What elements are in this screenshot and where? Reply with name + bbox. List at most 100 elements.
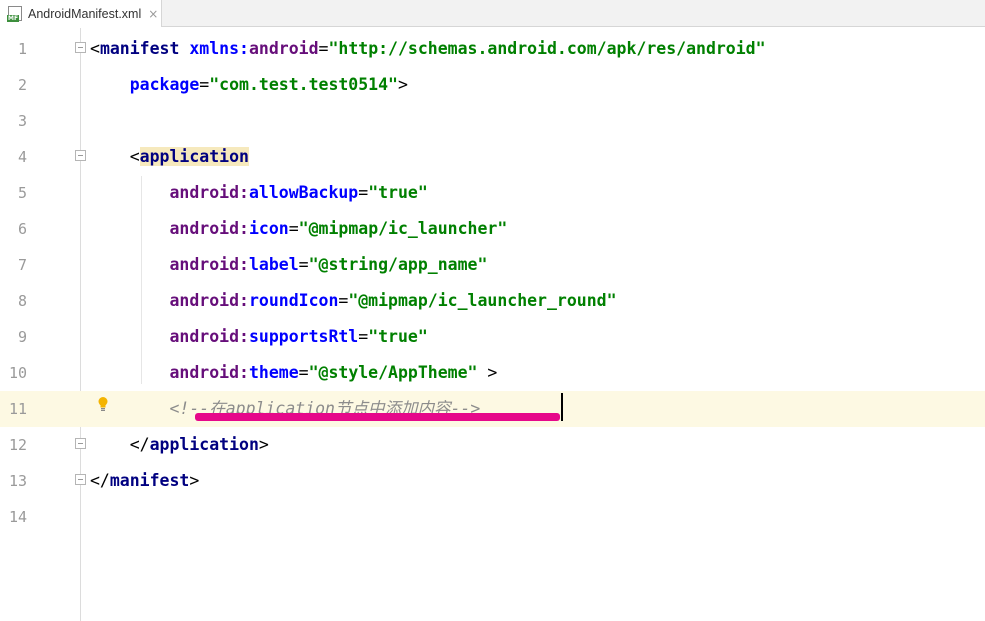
code-token: = — [318, 39, 329, 58]
code-text: android:label="@string/app_name" — [90, 247, 487, 283]
text-caret — [561, 393, 563, 421]
code-text: android:roundIcon="@mipmap/ic_launcher_r… — [90, 283, 617, 319]
code-token: android: — [169, 291, 249, 310]
code-text: android:icon="@mipmap/ic_launcher" — [90, 211, 507, 247]
code-token: > — [258, 435, 269, 454]
code-token: label — [248, 255, 299, 274]
close-icon[interactable]: × — [148, 7, 158, 21]
code-token: = — [298, 363, 309, 382]
code-token: "true" — [368, 327, 428, 346]
xml-file-icon: MF — [7, 6, 22, 22]
code-token: "@string/app_name" — [308, 255, 488, 274]
line-number: 14 — [8, 508, 27, 526]
code-token: application — [149, 435, 259, 454]
code-token: = — [199, 75, 210, 94]
code-line[interactable]: 11 <!--在application节点中添加内容--> — [0, 391, 985, 427]
code-line[interactable]: 14 — [0, 499, 985, 535]
fold-icon[interactable] — [75, 474, 86, 485]
code-token: theme — [248, 363, 299, 382]
code-token: manifest — [99, 39, 180, 58]
code-token: android: — [169, 363, 249, 382]
code-line[interactable]: 7 android:label="@string/app_name" — [0, 247, 985, 283]
code-line[interactable]: 9 android:supportsRtl="true" — [0, 319, 985, 355]
intention-bulb-icon[interactable] — [97, 396, 109, 412]
code-line[interactable]: 8 android:roundIcon="@mipmap/ic_launcher… — [0, 283, 985, 319]
code-token: "@style/AppTheme" — [308, 363, 478, 382]
code-line[interactable]: 13 </manifest> — [0, 463, 985, 499]
code-token: xmlns: — [189, 39, 249, 58]
fold-icon[interactable] — [75, 42, 86, 53]
fold-icon[interactable] — [75, 150, 86, 161]
code-line[interactable]: 5 android:allowBackup="true" — [0, 175, 985, 211]
code-token: > — [477, 363, 498, 382]
code-token: = — [298, 255, 309, 274]
line-number: 4 — [17, 148, 27, 166]
code-token: android — [248, 39, 319, 58]
code-token: = — [358, 327, 369, 346]
code-token: android: — [169, 219, 249, 238]
line-number: 3 — [17, 112, 27, 130]
file-type-badge: MF — [7, 15, 20, 22]
code-token: = — [338, 291, 349, 310]
code-token: manifest — [109, 471, 190, 490]
code-token: < — [90, 39, 100, 58]
code-token: > — [189, 471, 200, 490]
code-text: android:theme="@style/AppTheme" > — [90, 355, 497, 391]
code-token: supportsRtl — [248, 327, 359, 346]
code-token: </ — [90, 471, 110, 490]
code-token: allowBackup — [248, 183, 359, 202]
code-line[interactable]: 2 package="com.test.test0514"> — [0, 67, 985, 103]
code-token: "@mipmap/ic_launcher" — [298, 219, 508, 238]
line-number: 5 — [17, 184, 27, 202]
fold-icon[interactable] — [75, 438, 86, 449]
code-token: = — [358, 183, 369, 202]
code-text: </application> — [90, 427, 269, 463]
line-number: 8 — [17, 292, 27, 310]
code-text: <manifest xmlns:android="http://schemas.… — [90, 31, 766, 67]
code-text: package="com.test.test0514"> — [90, 67, 408, 103]
code-token: "com.test.test0514" — [209, 75, 398, 94]
code-token: "http://schemas.android.com/apk/res/andr… — [328, 39, 766, 58]
code-token: </ — [90, 435, 150, 454]
code-token: roundIcon — [248, 291, 339, 310]
code-line[interactable]: 10 android:theme="@style/AppTheme" > — [0, 355, 985, 391]
annotation-underline — [195, 413, 560, 421]
code-token: > — [397, 75, 408, 94]
code-token: android: — [169, 183, 249, 202]
code-token: package — [129, 75, 200, 94]
code-token: android: — [169, 327, 249, 346]
code-line[interactable]: 12 </application> — [0, 427, 985, 463]
code-line[interactable]: 3 — [0, 103, 985, 139]
editor-tab-bar: MF AndroidManifest.xml × — [0, 0, 985, 27]
tab-androidmanifest[interactable]: MF AndroidManifest.xml × — [0, 0, 162, 27]
code-text: </manifest> — [90, 463, 199, 499]
line-number: 9 — [17, 328, 27, 346]
code-token: "true" — [368, 183, 428, 202]
code-token: = — [288, 219, 299, 238]
line-number: 1 — [17, 40, 27, 58]
code-text: <!--在application节点中添加内容--> — [90, 391, 480, 427]
code-token: android: — [169, 255, 249, 274]
tab-label: AndroidManifest.xml — [28, 6, 142, 21]
code-token: < — [90, 147, 140, 166]
code-line[interactable]: 4 <application — [0, 139, 985, 175]
code-line[interactable]: 1 <manifest xmlns:android="http://schemas… — [0, 31, 985, 67]
line-number: 2 — [17, 76, 27, 94]
code-token: application — [139, 147, 249, 166]
code-token: "@mipmap/ic_launcher_round" — [348, 291, 617, 310]
line-number: 7 — [17, 256, 27, 274]
code-token: icon — [248, 219, 289, 238]
line-number: 12 — [8, 436, 27, 454]
line-number: 11 — [8, 400, 27, 418]
line-number: 6 — [17, 220, 27, 238]
code-line[interactable]: 6 android:icon="@mipmap/ic_launcher" — [0, 211, 985, 247]
line-number: 13 — [8, 472, 27, 490]
